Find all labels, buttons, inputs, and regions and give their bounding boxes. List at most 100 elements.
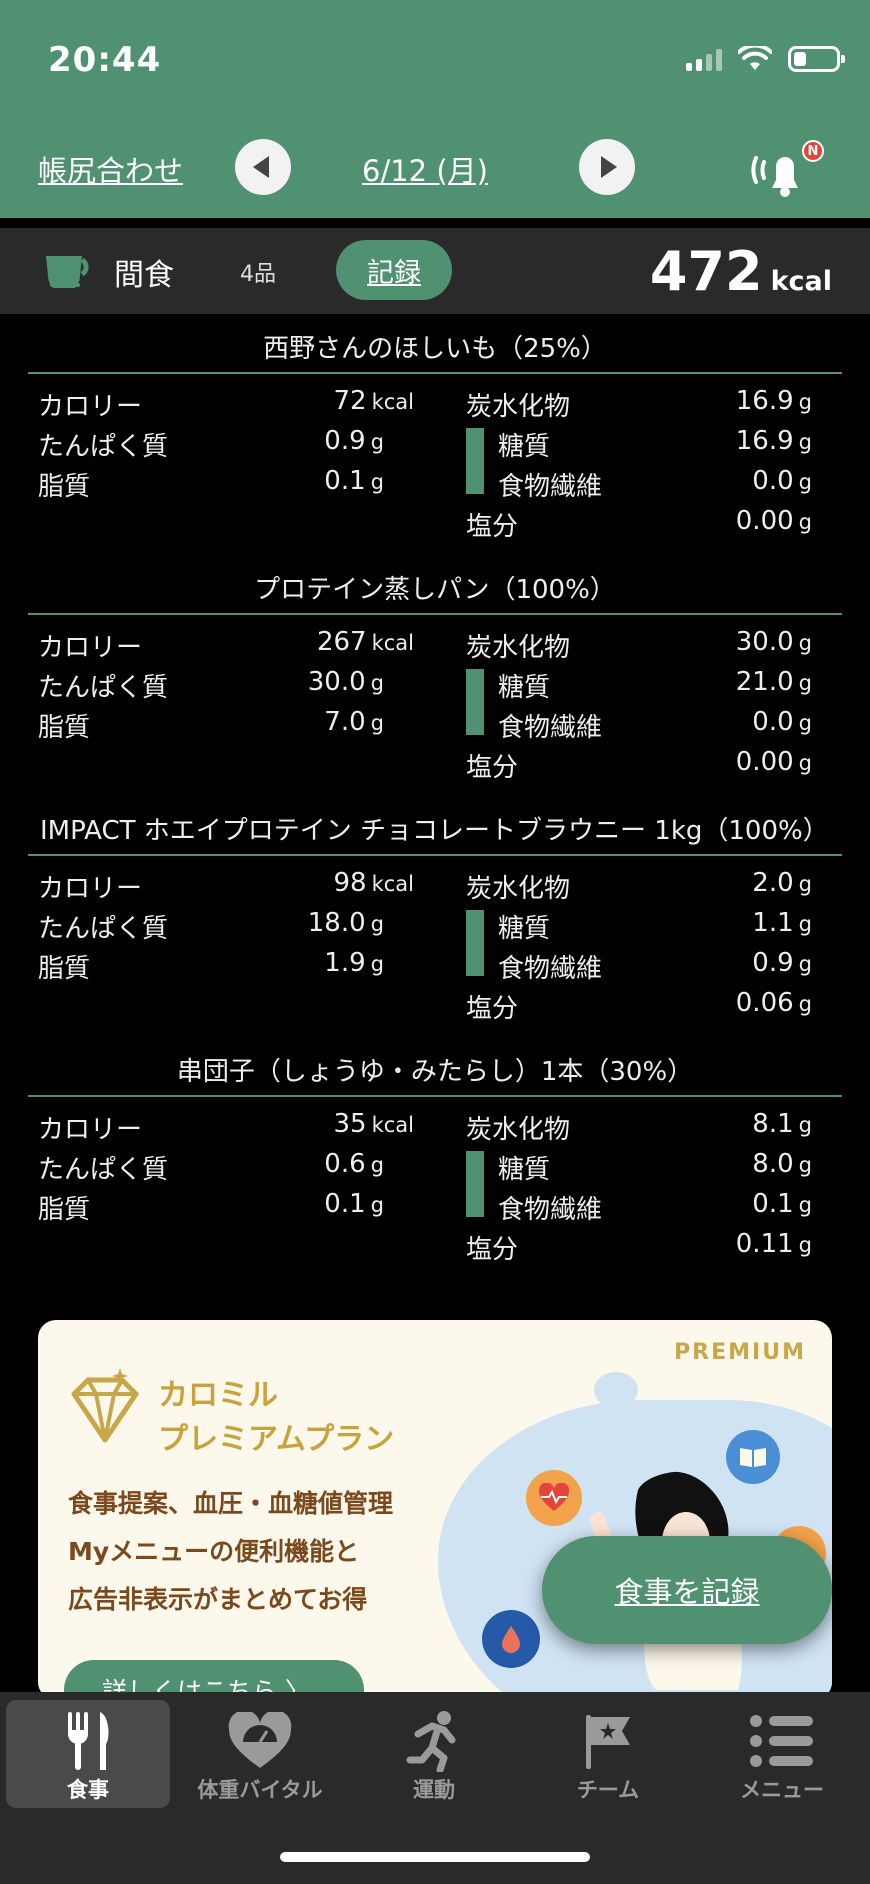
salt-label: 塩分: [466, 512, 519, 542]
fat-label: 脂質: [38, 954, 91, 984]
fiber-value: 0.0 g: [752, 707, 812, 737]
calorie-label: カロリー: [38, 633, 143, 663]
meal-summary-bar: 間食 4品 記録 472 kcal: [0, 228, 870, 314]
fat-label: 脂質: [38, 472, 91, 502]
premium-label: PREMIUM: [674, 1340, 806, 1365]
carbs-label: 炭水化物: [466, 1115, 571, 1145]
protein-label: たんぱく質: [38, 432, 169, 462]
salt-value: 0.00 g: [735, 747, 812, 777]
tab-label: 食事: [67, 1778, 109, 1802]
fiber-label: 食物繊維: [498, 954, 603, 984]
battery-icon: [788, 46, 845, 72]
fat-value: 0.1 g: [324, 466, 384, 496]
fat-value: 0.1 g: [324, 1189, 384, 1219]
food-title: 西野さんのほしいも（25%）: [263, 334, 607, 364]
fiber-value: 0.9 g: [752, 948, 812, 978]
promo-description: 食事提案、血圧・血糖値管理 Myメニューの便利機能と 広告非表示がまとめてお得: [68, 1480, 393, 1624]
promo-desc-line: 食事提案、血圧・血糖値管理: [68, 1489, 394, 1518]
prev-day-button[interactable]: [235, 139, 291, 195]
protein-label: たんぱく質: [38, 1155, 169, 1185]
sugar-label: 糖質: [498, 914, 551, 944]
carbs-value: 16.9 g: [735, 386, 812, 416]
salt-label: 塩分: [466, 994, 519, 1024]
home-indicator: [280, 1852, 590, 1862]
food-title: IMPACT ホエイプロテイン チョコレートブラウニー 1kg（100%）: [40, 816, 829, 846]
wifi-icon: [738, 46, 772, 70]
protein-value: 0.9 g: [324, 426, 384, 456]
salt-label: 塩分: [466, 753, 519, 783]
calorie-label: カロリー: [38, 1115, 143, 1145]
food-item[interactable]: IMPACT ホエイプロテイン チョコレートブラウニー 1kg（100%） カロリ…: [0, 800, 870, 1041]
promo-title: カロミル プレミアムプラン: [158, 1374, 394, 1462]
carbs-label: 炭水化物: [466, 874, 571, 904]
adjust-link[interactable]: 帳尻合わせ: [38, 148, 183, 190]
protein-label: たんぱく質: [38, 673, 169, 703]
notification-button[interactable]: N: [750, 140, 824, 200]
food-item[interactable]: 西野さんのほしいも（25%） カロリー たんぱく質 脂質 72 kcal 0.9 g 0.1 g 炭…: [0, 318, 870, 559]
tab-menu[interactable]: メニュー: [700, 1700, 864, 1808]
cup-icon: [46, 256, 89, 288]
tab-label: 体重バイタル: [197, 1778, 323, 1802]
tab-meal[interactable]: 食事: [6, 1700, 170, 1808]
promo-title-line: プレミアムプラン: [158, 1422, 395, 1457]
tab-label: 運動: [413, 1778, 455, 1802]
heart-scale-icon: [228, 1712, 292, 1768]
divider: [28, 854, 842, 856]
salt-value: 0.00 g: [735, 506, 812, 536]
carbs-breakdown-bar: [466, 669, 484, 735]
calorie-value: 72 kcal: [333, 386, 414, 416]
food-item[interactable]: プロテイン蒸しパン（100%） カロリー たんぱく質 脂質 267 kcal 30.0 g 7.…: [0, 559, 870, 800]
blood-drop-icon: [482, 1610, 540, 1668]
tab-weight-vital[interactable]: 体重バイタル: [178, 1700, 342, 1808]
fat-value: 7.0 g: [324, 707, 384, 737]
fat-label: 脂質: [38, 1195, 91, 1225]
chevron-left-icon: [253, 156, 269, 178]
salt-value: 0.06 g: [735, 988, 812, 1018]
fiber-value: 0.1 g: [752, 1189, 812, 1219]
food-item[interactable]: 串団子（しょうゆ・みたらし）1本（30%） カロリー たんぱく質 脂質 35 kcal 0.…: [0, 1041, 870, 1282]
fat-label: 脂質: [38, 713, 91, 743]
runner-icon: [406, 1711, 456, 1772]
calorie-value: 267 kcal: [316, 627, 414, 657]
sugar-label: 糖質: [498, 1155, 551, 1185]
sugar-label: 糖質: [498, 673, 551, 703]
sugar-label: 糖質: [498, 432, 551, 462]
total-kcal-value: 472: [649, 240, 763, 303]
chevron-right-icon: [601, 156, 617, 178]
food-list: 西野さんのほしいも（25%） カロリー たんぱく質 脂質 72 kcal 0.9 g 0.1 g 炭…: [0, 318, 870, 1282]
carbs-breakdown-bar: [466, 428, 484, 494]
protein-value: 0.6 g: [324, 1149, 384, 1179]
meal-total-kcal: 472 kcal: [650, 240, 832, 303]
tab-team[interactable]: チーム: [526, 1700, 690, 1808]
meal-name: 間食: [114, 258, 174, 293]
protein-value: 18.0 g: [307, 908, 384, 938]
fork-knife-icon: [68, 1712, 109, 1770]
carbs-value: 8.1 g: [752, 1109, 812, 1139]
carbs-label: 炭水化物: [466, 633, 571, 663]
fiber-label: 食物繊維: [498, 1195, 603, 1225]
status-icons: [686, 46, 845, 72]
total-kcal-unit: kcal: [770, 266, 832, 297]
next-day-button[interactable]: [579, 139, 635, 195]
tab-label: チーム: [576, 1778, 640, 1802]
divider: [28, 1095, 842, 1097]
promo-desc-line: Myメニューの便利機能と: [68, 1537, 360, 1566]
record-meal-fab[interactable]: 食事を記録: [542, 1536, 832, 1644]
menu-list-icon: [750, 1715, 813, 1767]
calorie-value: 35 kcal: [333, 1109, 414, 1139]
fiber-label: 食物繊維: [498, 472, 603, 502]
meal-item-count: 4品: [240, 262, 276, 287]
calorie-value: 98 kcal: [333, 868, 414, 898]
sugar-value: 16.9 g: [735, 426, 812, 456]
fat-value: 1.9 g: [324, 948, 384, 978]
carbs-value: 2.0 g: [752, 868, 812, 898]
promo-title-line: カロミル: [158, 1378, 278, 1413]
date-selector[interactable]: 6/12 (月): [362, 148, 488, 190]
tab-exercise[interactable]: 運動: [352, 1700, 516, 1808]
record-button[interactable]: 記録: [336, 240, 452, 300]
sugar-value: 1.1 g: [752, 908, 812, 938]
salt-value: 0.11 g: [735, 1229, 812, 1259]
protein-value: 30.0 g: [307, 667, 384, 697]
tab-label: メニュー: [740, 1778, 824, 1802]
divider: [28, 372, 842, 374]
